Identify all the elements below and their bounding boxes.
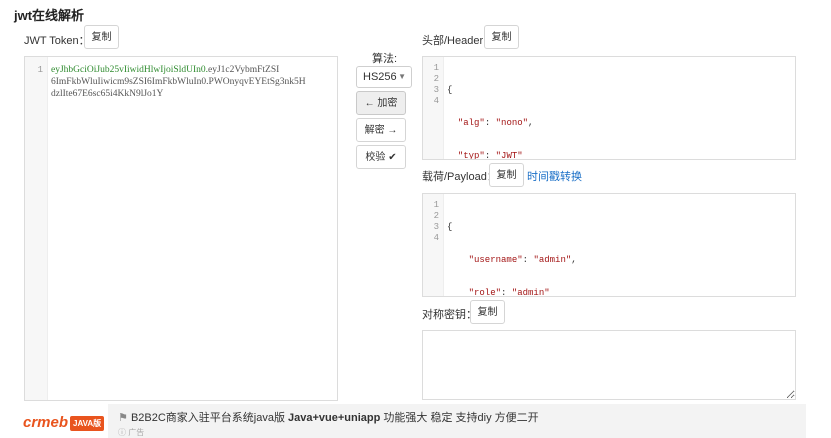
payload-line-numbers: 1 2 3 4 <box>433 200 439 243</box>
algorithm-label: 算法: <box>372 53 398 65</box>
encrypt-button-label: 加密 <box>377 98 398 109</box>
encrypt-button[interactable]: ← 加密 <box>356 91 406 115</box>
copy-secret-button[interactable]: 复制 <box>470 300 505 324</box>
header-line-numbers: 1 2 3 4 <box>433 63 439 106</box>
timestamp-convert-link[interactable]: 时间戳转换 <box>527 168 582 184</box>
algorithm-select[interactable]: HS256 ▼ <box>356 66 412 88</box>
header-editor[interactable]: 1 2 3 4 { "alg": "nono", "typ": "JWT" } <box>422 56 796 160</box>
token-line-3: dzlIte67E6sc65i4KkN9lJo1Y <box>51 89 164 99</box>
jwt-token-editor[interactable]: 1 eyJhbGciOiJub25vIiwidHlwIjoiSldUIn0.ey… <box>24 56 338 401</box>
arrow-left-icon: ← <box>364 98 375 109</box>
token-line-2: 6ImFkbWluIiwicm9sZSI6ImFkbWluIn0.PWOnyqv… <box>51 77 306 87</box>
checkmark-icon: ✔ <box>388 152 397 163</box>
jwt-token-label: JWT Token： <box>24 35 90 47</box>
token-line-1: eyJhbGciOiJub25vIiwidHlwIjoiSldUIn0.eyJ1… <box>51 65 279 76</box>
ad-headline[interactable]: ⚑ B2B2C商家入驻平台系统java版 Java+vue+uniapp 功能强… <box>118 409 539 425</box>
algorithm-selected-value: HS256 <box>363 71 397 83</box>
token-payload-segment-start: eyJ1c2VybmFtZSI <box>208 65 280 75</box>
decrypt-button-label: 解密 <box>364 125 385 136</box>
chevron-down-icon: ▼ <box>398 72 406 81</box>
token-gutter <box>25 57 48 400</box>
payload-json: { "username": "admin", "role": "admin" } <box>447 222 577 297</box>
token-header-segment: eyJhbGciOiJub25vIiwidHlwIjoiSldUIn0. <box>51 65 209 75</box>
header-json: { "alg": "nono", "typ": "JWT" } <box>447 85 534 160</box>
ad-sub-label: ⓘ 广告 <box>118 428 145 437</box>
copy-header-button[interactable]: 复制 <box>484 25 519 49</box>
copy-token-button[interactable]: 复制 <box>84 25 119 49</box>
ad-flag-icon: ⚑ <box>118 412 128 424</box>
copy-payload-button[interactable]: 复制 <box>489 163 524 187</box>
verify-button-label: 校验 <box>365 152 386 163</box>
ad-logo: crmeb JAVA版 <box>20 404 108 438</box>
secret-key-textarea[interactable] <box>422 330 796 400</box>
verify-button[interactable]: 校验 ✔ <box>356 145 406 169</box>
ad-banner[interactable]: crmeb JAVA版 ⚑ B2B2C商家入驻平台系统java版 Java+vu… <box>20 404 806 438</box>
payload-editor[interactable]: 1 2 3 4 { "username": "admin", "role": "… <box>422 193 796 297</box>
ad-logo-badge: JAVA版 <box>70 416 105 431</box>
payload-label: 载荷/Payload： <box>422 171 498 183</box>
decrypt-button[interactable]: 解密 → <box>356 118 406 142</box>
page-title: jwt在线解析 <box>14 8 85 23</box>
arrow-right-icon: → <box>387 125 398 136</box>
info-icon: ⓘ <box>118 428 126 437</box>
token-line-number: 1 <box>37 65 43 75</box>
secret-key-label: 对称密钥： <box>422 309 477 321</box>
ad-logo-text: crmeb <box>23 414 69 431</box>
